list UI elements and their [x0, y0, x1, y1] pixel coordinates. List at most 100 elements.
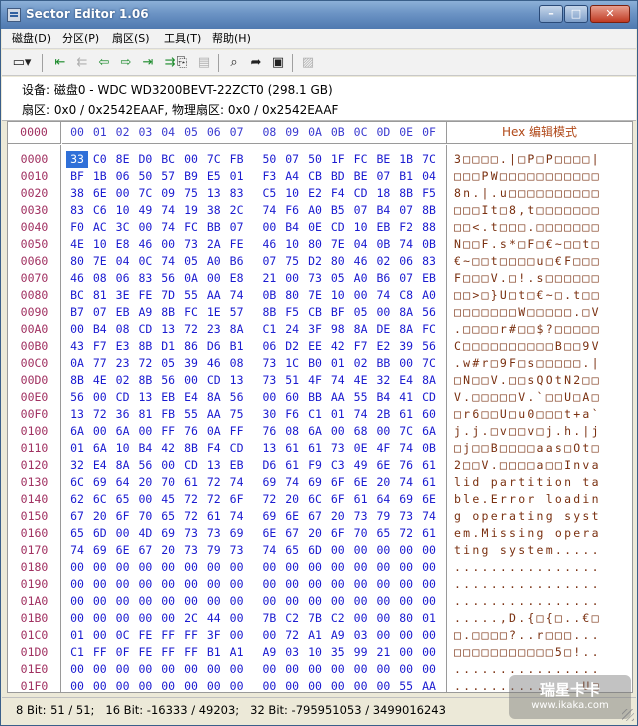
hex-byte[interactable]: B7: [66, 304, 88, 321]
hex-byte[interactable]: 56: [134, 457, 156, 474]
hex-byte[interactable]: C1: [304, 406, 326, 423]
hex-byte[interactable]: 72: [395, 525, 417, 542]
hex-byte[interactable]: 20: [89, 508, 111, 525]
hex-byte[interactable]: 00: [372, 559, 394, 576]
hex-byte[interactable]: 65: [372, 525, 394, 542]
hex-byte[interactable]: 76: [395, 457, 417, 474]
hex-byte[interactable]: 00: [157, 593, 179, 610]
ascii-text[interactable]: 2□□V.□□□□a□□Inva: [454, 457, 601, 474]
maximize-button[interactable]: □: [564, 5, 588, 23]
hex-byte[interactable]: 00: [89, 389, 111, 406]
ascii-text[interactable]: em.Missing opera: [454, 525, 601, 542]
hex-byte[interactable]: 00: [112, 610, 134, 627]
ascii-text[interactable]: lid partition ta: [454, 474, 601, 491]
hex-byte[interactable]: 72: [180, 508, 202, 525]
hex-byte[interactable]: 01: [66, 440, 88, 457]
hex-byte[interactable]: 65: [281, 542, 303, 559]
hex-byte[interactable]: FC: [418, 321, 440, 338]
hex-byte[interactable]: 6D: [304, 542, 326, 559]
hex-byte[interactable]: 73: [258, 372, 280, 389]
hex-byte[interactable]: 44: [203, 610, 225, 627]
hex-byte[interactable]: 36: [112, 406, 134, 423]
hex-byte[interactable]: 61: [281, 457, 303, 474]
hex-byte[interactable]: 08: [89, 270, 111, 287]
hex-byte[interactable]: 56: [66, 389, 88, 406]
hex-byte[interactable]: 57: [226, 304, 248, 321]
hex-byte[interactable]: FF: [157, 627, 179, 644]
hex-byte[interactable]: 1B: [395, 151, 417, 168]
hex-byte[interactable]: FE: [134, 287, 156, 304]
hex-byte[interactable]: BB: [203, 219, 225, 236]
hex-byte[interactable]: F4: [203, 440, 225, 457]
hex-byte[interactable]: 09: [157, 185, 179, 202]
paste-icon[interactable]: ▤: [194, 53, 214, 73]
hex-byte[interactable]: C6: [89, 202, 111, 219]
hex-byte[interactable]: 8B: [134, 338, 156, 355]
hex-byte[interactable]: 00: [226, 593, 248, 610]
hex-byte[interactable]: 6C: [66, 474, 88, 491]
hex-byte[interactable]: 01: [418, 610, 440, 627]
hex-byte[interactable]: 61: [203, 508, 225, 525]
hex-byte[interactable]: C2: [281, 610, 303, 627]
hex-byte[interactable]: 83: [418, 253, 440, 270]
hex-byte[interactable]: 00: [112, 559, 134, 576]
hex-byte[interactable]: 02: [112, 372, 134, 389]
hex-byte[interactable]: 00: [89, 593, 111, 610]
hex-byte[interactable]: C3: [327, 457, 349, 474]
hex-byte[interactable]: 00: [66, 593, 88, 610]
hex-byte[interactable]: AA: [203, 406, 225, 423]
hex-byte[interactable]: 56: [226, 389, 248, 406]
hex-byte[interactable]: 18: [372, 185, 394, 202]
hex-byte[interactable]: 6F: [327, 474, 349, 491]
hex-byte[interactable]: 61: [418, 474, 440, 491]
hex-byte[interactable]: 00: [89, 661, 111, 678]
hex-byte[interactable]: 67: [134, 542, 156, 559]
hex-byte[interactable]: AA: [327, 389, 349, 406]
hex-byte[interactable]: 4E: [66, 236, 88, 253]
hex-byte[interactable]: 00: [304, 593, 326, 610]
hex-byte[interactable]: 00: [89, 576, 111, 593]
hex-byte[interactable]: B1: [226, 338, 248, 355]
hex-byte[interactable]: 61: [304, 440, 326, 457]
hex-byte[interactable]: 07: [258, 253, 280, 270]
hex-byte[interactable]: 00: [112, 185, 134, 202]
hex-byte[interactable]: FF: [157, 644, 179, 661]
hex-byte[interactable]: 07: [281, 151, 303, 168]
hex-byte[interactable]: 4E: [350, 372, 372, 389]
hex-byte[interactable]: 13: [258, 440, 280, 457]
hex-byte[interactable]: 2C: [226, 202, 248, 219]
hex-byte[interactable]: 08: [112, 321, 134, 338]
hex-byte[interactable]: 00: [395, 559, 417, 576]
hex-byte[interactable]: CB: [304, 168, 326, 185]
hex-byte[interactable]: 7C: [418, 151, 440, 168]
hex-byte[interactable]: 00: [281, 678, 303, 695]
hex-byte[interactable]: F7: [350, 338, 372, 355]
hex-byte[interactable]: 00: [226, 661, 248, 678]
hex-byte[interactable]: C2: [327, 610, 349, 627]
hex-byte[interactable]: 0E: [350, 440, 372, 457]
hex-byte[interactable]: 8B: [66, 372, 88, 389]
hex-byte[interactable]: 30: [258, 406, 280, 423]
hex-byte[interactable]: 00: [258, 661, 280, 678]
hex-byte[interactable]: 65: [66, 525, 88, 542]
hex-byte[interactable]: 74: [327, 372, 349, 389]
hex-byte[interactable]: 00: [350, 287, 372, 304]
hex-byte[interactable]: 75: [226, 406, 248, 423]
hex-byte[interactable]: 69: [89, 474, 111, 491]
hex-byte[interactable]: 6A: [418, 423, 440, 440]
hex-byte[interactable]: 00: [134, 559, 156, 576]
hex-byte[interactable]: 00: [89, 559, 111, 576]
hex-byte[interactable]: 74: [418, 508, 440, 525]
hex-byte[interactable]: EB: [418, 270, 440, 287]
hex-byte[interactable]: 69: [258, 474, 280, 491]
hex-byte[interactable]: 00: [395, 576, 417, 593]
hex-byte[interactable]: 73: [226, 542, 248, 559]
hex-byte[interactable]: 20: [281, 491, 303, 508]
ascii-text[interactable]: ................: [454, 576, 601, 593]
hex-byte[interactable]: 74: [395, 474, 417, 491]
hex-byte[interactable]: 8E: [112, 151, 134, 168]
hex-byte[interactable]: 00: [226, 678, 248, 695]
hex-byte[interactable]: 00: [395, 644, 417, 661]
hex-byte[interactable]: 45: [157, 491, 179, 508]
hex-byte[interactable]: 04: [112, 253, 134, 270]
